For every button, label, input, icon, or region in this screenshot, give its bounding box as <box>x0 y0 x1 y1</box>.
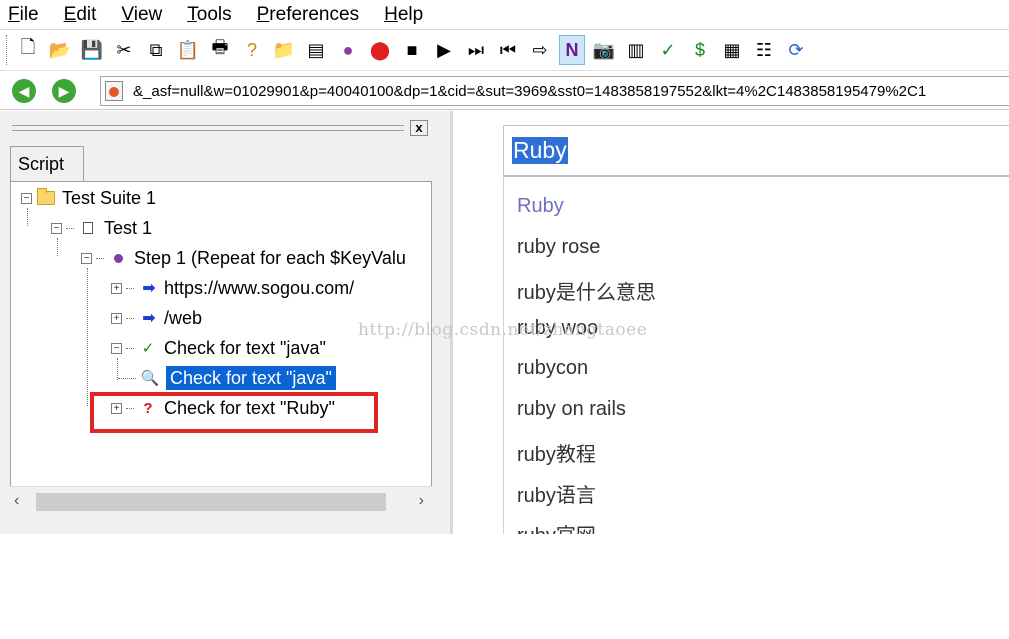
tree-connector <box>96 257 104 259</box>
add-folder-icon[interactable]: 📁 <box>271 35 297 65</box>
close-icon[interactable]: x <box>410 120 428 136</box>
folder-icon <box>36 188 56 208</box>
tree-connector <box>66 227 74 229</box>
help-icon[interactable]: ? <box>239 35 265 65</box>
expand-icon[interactable]: + <box>111 282 122 294</box>
tree-node-label-selected: Check for text "java" <box>166 366 336 390</box>
add-test-icon[interactable]: ▤ <box>303 35 329 65</box>
suggestion-list: Ruby ruby rose ruby是什么意思 ruby woo rubyco… <box>503 177 1009 534</box>
document-icon <box>78 218 98 238</box>
search-input-value: Ruby <box>512 137 568 164</box>
tree-connector <box>126 347 134 349</box>
paste-icon[interactable]: 📋 <box>175 35 201 65</box>
tree-node-url[interactable]: + ➡ /web <box>111 304 202 332</box>
tree-node-step[interactable]: − Step 1 (Repeat for each $KeyValu <box>81 244 406 272</box>
fast-forward-icon[interactable]: ⏭ <box>463 35 489 65</box>
tree-node-label: Step 1 (Repeat for each $KeyValu <box>134 247 406 268</box>
toolbar-grip[interactable] <box>6 35 9 65</box>
tree-node-check-java-child[interactable]: 🔍 Check for text "java" <box>118 364 336 392</box>
forward-icon[interactable]: ▶ <box>52 79 76 103</box>
copy-icon[interactable]: ⧉ <box>143 35 169 65</box>
tree-node-label: Test 1 <box>104 217 153 238</box>
arrow-right-icon: ➡ <box>142 280 155 297</box>
back-icon[interactable]: ◀ <box>12 79 36 103</box>
list-icon[interactable]: ▥ <box>623 35 649 65</box>
open-folder-icon[interactable]: 📂 <box>47 35 73 65</box>
suggestion-item[interactable]: ruby是什么意思 <box>517 276 656 305</box>
suggestion-item[interactable]: ruby语言 <box>517 479 596 508</box>
print-icon[interactable]: 🖶 <box>207 35 233 65</box>
tab-script[interactable]: Script <box>10 146 84 182</box>
checkmark-icon: ✓ <box>141 340 155 357</box>
menu-view[interactable]: View <box>121 4 162 26</box>
scroll-right-icon[interactable]: › <box>419 492 424 510</box>
script-tree: − Test Suite 1 − Test 1 − Step 1 (Repeat… <box>10 181 432 516</box>
highlight-box <box>90 392 378 433</box>
suggestion-item[interactable]: Ruby <box>517 195 564 218</box>
suggestion-item[interactable]: ruby on rails <box>517 398 626 421</box>
menu-help[interactable]: Help <box>384 4 423 26</box>
tree-node-label: https://www.sogou.com/ <box>164 277 355 298</box>
tree-icon[interactable]: ☷ <box>751 35 777 65</box>
menu-divider <box>0 29 1009 30</box>
skip-icon[interactable]: ⇨ <box>527 35 553 65</box>
n-icon[interactable]: N <box>559 35 585 65</box>
scroll-left-icon[interactable]: ‹ <box>14 492 19 510</box>
camera-icon[interactable]: 📷 <box>591 35 617 65</box>
collapse-icon[interactable]: − <box>51 222 62 234</box>
step-back-icon[interactable]: ⏮ <box>495 35 521 65</box>
url-text: &_asf=null&w=01029901&p=40040100&dp=1&ci… <box>133 82 927 100</box>
menu-file[interactable]: File <box>8 4 39 26</box>
tree-node-suite[interactable]: − Test Suite 1 <box>21 184 156 212</box>
step-icon <box>108 248 128 268</box>
url-input[interactable]: &_asf=null&w=01029901&p=40040100&dp=1&ci… <box>100 76 1009 106</box>
new-file-icon[interactable]: 🗋 <box>15 35 41 65</box>
address-bar: ◀ ▶ &_asf=null&w=01029901&p=40040100&dp=… <box>0 70 1009 110</box>
suggestion-item[interactable]: rubycon <box>517 357 588 380</box>
stop-icon[interactable]: ■ <box>399 35 425 65</box>
cut-icon[interactable]: ✂ <box>111 35 137 65</box>
suggestion-item[interactable]: ruby教程 <box>517 438 596 467</box>
horizontal-scrollbar[interactable]: ‹ › <box>10 486 432 516</box>
text-search-icon: 🔍 <box>140 370 160 387</box>
collapse-icon[interactable]: − <box>21 192 32 204</box>
collapse-icon[interactable]: − <box>111 342 122 354</box>
tree-node-url[interactable]: + ➡ https://www.sogou.com/ <box>111 274 354 302</box>
tree-node-label: Test Suite 1 <box>62 187 157 208</box>
suggestion-item[interactable]: ruby rose <box>517 236 600 259</box>
scroll-thumb[interactable] <box>36 493 386 511</box>
tree-connector <box>126 287 134 289</box>
suggestion-item[interactable]: ruby官网 <box>517 519 596 534</box>
expand-icon[interactable]: + <box>111 312 122 324</box>
dollar-icon[interactable]: $ <box>687 35 713 65</box>
collapse-icon[interactable]: − <box>81 252 92 264</box>
record-icon[interactable]: ⬤ <box>367 35 393 65</box>
tree-node-test[interactable]: − Test 1 <box>51 214 152 242</box>
menu-bar: File Edit View Tools Preferences Help <box>0 0 1009 29</box>
tree-node-label: /web <box>164 307 203 328</box>
tree-node-check-java[interactable]: − ✓ Check for text "java" <box>111 334 326 362</box>
watermark: http://blog.csdn.net/zhangtaoee <box>358 320 648 340</box>
pane-title-bar[interactable] <box>12 125 404 131</box>
tree-node-label: Check for text "java" <box>164 337 326 358</box>
save-icon[interactable]: 💾 <box>79 35 105 65</box>
tree-connector <box>126 317 134 319</box>
refresh-icon[interactable]: ⟳ <box>783 35 809 65</box>
menu-preferences[interactable]: Preferences <box>257 4 359 26</box>
grid-icon[interactable]: ▦ <box>719 35 745 65</box>
tree-connector <box>87 268 88 406</box>
menu-tools[interactable]: Tools <box>187 4 231 26</box>
play-icon[interactable]: ▶ <box>431 35 457 65</box>
menu-edit[interactable]: Edit <box>64 4 97 26</box>
arrow-right-icon: ➡ <box>142 310 155 327</box>
search-input[interactable]: Ruby <box>503 125 1009 177</box>
tree-connector <box>118 377 136 379</box>
add-step-icon[interactable]: ● <box>335 35 361 65</box>
page-icon <box>105 81 123 101</box>
toolbar: 🗋 📂 💾 ✂ ⧉ 📋 🖶? 📁 ▤ ● ⬤ ■ ▶ ⏭ ⏮ ⇨ N 📷 ▥ ✓ $ ▦ ☷ ⟳ <box>0 31 1009 69</box>
check-icon[interactable]: ✓ <box>655 35 681 65</box>
